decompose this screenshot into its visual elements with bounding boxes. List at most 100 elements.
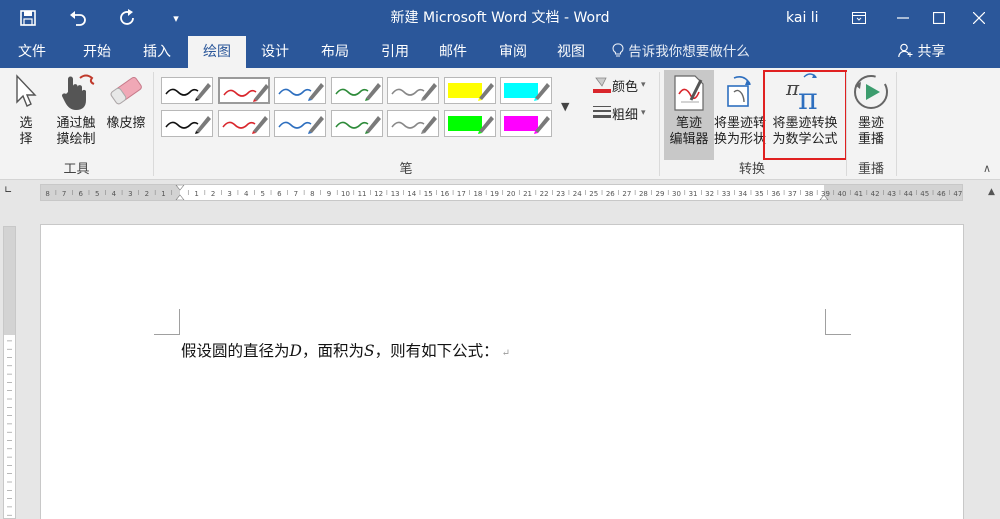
ink-to-math-button[interactable]: ππ 将墨迹转换 为数学公式 <box>763 70 847 160</box>
pen-swatch[interactable] <box>161 77 213 104</box>
ruler-number: 18 <box>473 190 482 198</box>
chevron-down-icon: ▾ <box>641 80 646 90</box>
pen-swatch[interactable] <box>217 77 270 104</box>
ink-editor-icon <box>664 70 714 114</box>
tab-layout[interactable]: 布局 <box>308 36 362 68</box>
ribbon-display-icon[interactable] <box>838 0 880 36</box>
ruler-number: 35 <box>755 190 764 198</box>
eraser-button[interactable]: 橡皮擦 <box>104 70 148 160</box>
redo-icon[interactable] <box>106 0 150 36</box>
ruler-number: 1 <box>161 190 165 198</box>
ink-replay-button[interactable]: 墨迹 重播 <box>848 70 894 160</box>
tab-design[interactable]: 设计 <box>248 36 302 68</box>
select-label: 选 择 <box>19 116 33 147</box>
ruler-number: 13 <box>391 190 400 198</box>
variable-d: D <box>289 342 302 360</box>
ruler-number: 3 <box>128 190 132 198</box>
ruler-number: 29 <box>655 190 664 198</box>
pen-swatch[interactable] <box>443 77 496 104</box>
pen-swatch[interactable] <box>387 110 439 137</box>
color-label: 颜色 <box>612 79 639 95</box>
ruler-number: 38 <box>804 190 813 198</box>
maximize-icon[interactable] <box>918 0 960 36</box>
ruler-number: 3 <box>227 190 231 198</box>
pen-icon <box>334 83 381 101</box>
customize-icon[interactable]: ▾ <box>154 0 198 36</box>
ruler-number: 45 <box>920 190 929 198</box>
tab-file[interactable]: 文件 <box>6 36 58 68</box>
share-label: 共享 <box>917 44 946 60</box>
pen-swatch[interactable] <box>330 77 383 104</box>
text-segment: ，则有如下公式： <box>374 342 499 360</box>
pen-swatch[interactable] <box>500 77 552 104</box>
ruler-number: 2 <box>145 190 149 198</box>
save-icon[interactable] <box>6 0 50 36</box>
tab-selector-icon[interactable]: ∟ <box>4 186 14 196</box>
title-bar: ▾ 新建 Microsoft Word 文档 - Word kai li <box>0 0 1000 36</box>
ruler-number: 27 <box>622 190 631 198</box>
color-button[interactable]: 颜色 ▾ <box>592 74 646 96</box>
crop-mark <box>154 309 180 335</box>
horizontal-ruler[interactable]: 8 7 6 5 4 3 2 1 1 2 3 4 5 6 7 8 9 10 11 12 13 14 15 16 17 18 19 20 2… <box>40 184 963 201</box>
select-button[interactable]: 选 择 <box>8 70 44 160</box>
tab-review[interactable]: 审阅 <box>486 36 540 68</box>
gallery-more-icon[interactable]: ▼ <box>561 100 569 113</box>
pen-swatch[interactable] <box>161 110 213 137</box>
pen-icon <box>278 116 324 134</box>
pen-icon <box>391 83 437 101</box>
ink-replay-label: 墨迹 重播 <box>857 116 884 147</box>
pen-swatch[interactable] <box>500 110 552 137</box>
ribbon-panel: 选 择 通过触 摸绘制 橡皮擦 工具 ▼ 颜色 ▾ 粗细 ▾ 笔 笔迹 编辑器 … <box>0 68 1000 180</box>
document-text-line[interactable]: 假设圆的直径为D，面积为S，则有如下公式： ↵ <box>181 339 510 361</box>
tell-me-search[interactable]: 告诉我你想要做什么 <box>612 36 750 68</box>
ruler-number: 5 <box>261 190 265 198</box>
ruler-number: 44 <box>904 190 913 198</box>
tab-references[interactable]: 引用 <box>368 36 422 68</box>
ruler-number: 1 <box>194 190 198 198</box>
pen-gallery <box>161 77 555 143</box>
pen-swatch[interactable] <box>274 110 326 137</box>
user-name[interactable]: kai li <box>786 0 819 36</box>
thickness-button[interactable]: 粗细 ▾ <box>592 102 646 124</box>
first-line-indent-marker[interactable] <box>175 185 185 191</box>
close-icon[interactable] <box>958 0 1000 36</box>
ink-to-shape-button[interactable]: 将墨迹转 换为形状 <box>714 70 766 160</box>
tab-insert[interactable]: 插入 <box>130 36 184 68</box>
left-indent-marker[interactable] <box>175 194 185 200</box>
tab-draw[interactable]: 绘图 <box>188 36 246 68</box>
ruler-number: 22 <box>540 190 549 198</box>
ink-editor-button[interactable]: 笔迹 编辑器 <box>664 70 714 160</box>
tab-view[interactable]: 视图 <box>544 36 598 68</box>
tab-mailings[interactable]: 邮件 <box>426 36 480 68</box>
pen-swatch[interactable] <box>443 110 496 137</box>
vertical-ruler[interactable] <box>3 226 16 519</box>
ruler-number: 37 <box>788 190 797 198</box>
share-button[interactable]: 共享 <box>898 36 945 68</box>
pen-swatch[interactable] <box>274 77 326 104</box>
ruler-number: 7 <box>62 190 66 198</box>
collapse-ribbon-icon[interactable]: ∧ <box>983 162 991 175</box>
pen-swatch[interactable] <box>387 77 439 104</box>
ribbon-tabs: 文件 开始 插入 绘图 设计 布局 引用 邮件 审阅 视图 告诉我你想要做什么 … <box>0 36 1000 68</box>
ruler-number: 8 <box>45 190 49 198</box>
ruler-number: 26 <box>606 190 615 198</box>
scroll-up-icon[interactable]: ▲ <box>983 184 1000 201</box>
highlighter-icon <box>447 83 494 101</box>
tab-home[interactable]: 开始 <box>70 36 124 68</box>
variable-s: S <box>363 342 375 360</box>
ruler-number: 17 <box>457 190 466 198</box>
draw-with-touch-button[interactable]: 通过触 摸绘制 <box>50 70 102 160</box>
undo-icon[interactable] <box>56 0 100 36</box>
group-divider <box>896 72 897 176</box>
ruler-number: 12 <box>374 190 383 198</box>
text-segment: 假设圆的直径为 <box>181 342 290 360</box>
replay-icon <box>848 70 894 114</box>
ruler-number: 21 <box>523 190 532 198</box>
chevron-down-icon: ▾ <box>641 108 646 118</box>
document-page[interactable]: 假设圆的直径为D，面积为S，则有如下公式： ↵ <box>40 224 964 519</box>
draw-with-touch-label: 通过触 摸绘制 <box>56 116 96 147</box>
ruler-number: 15 <box>424 190 433 198</box>
ruler-number: 5 <box>95 190 99 198</box>
pen-swatch[interactable] <box>330 110 383 137</box>
pen-swatch[interactable] <box>217 110 270 137</box>
